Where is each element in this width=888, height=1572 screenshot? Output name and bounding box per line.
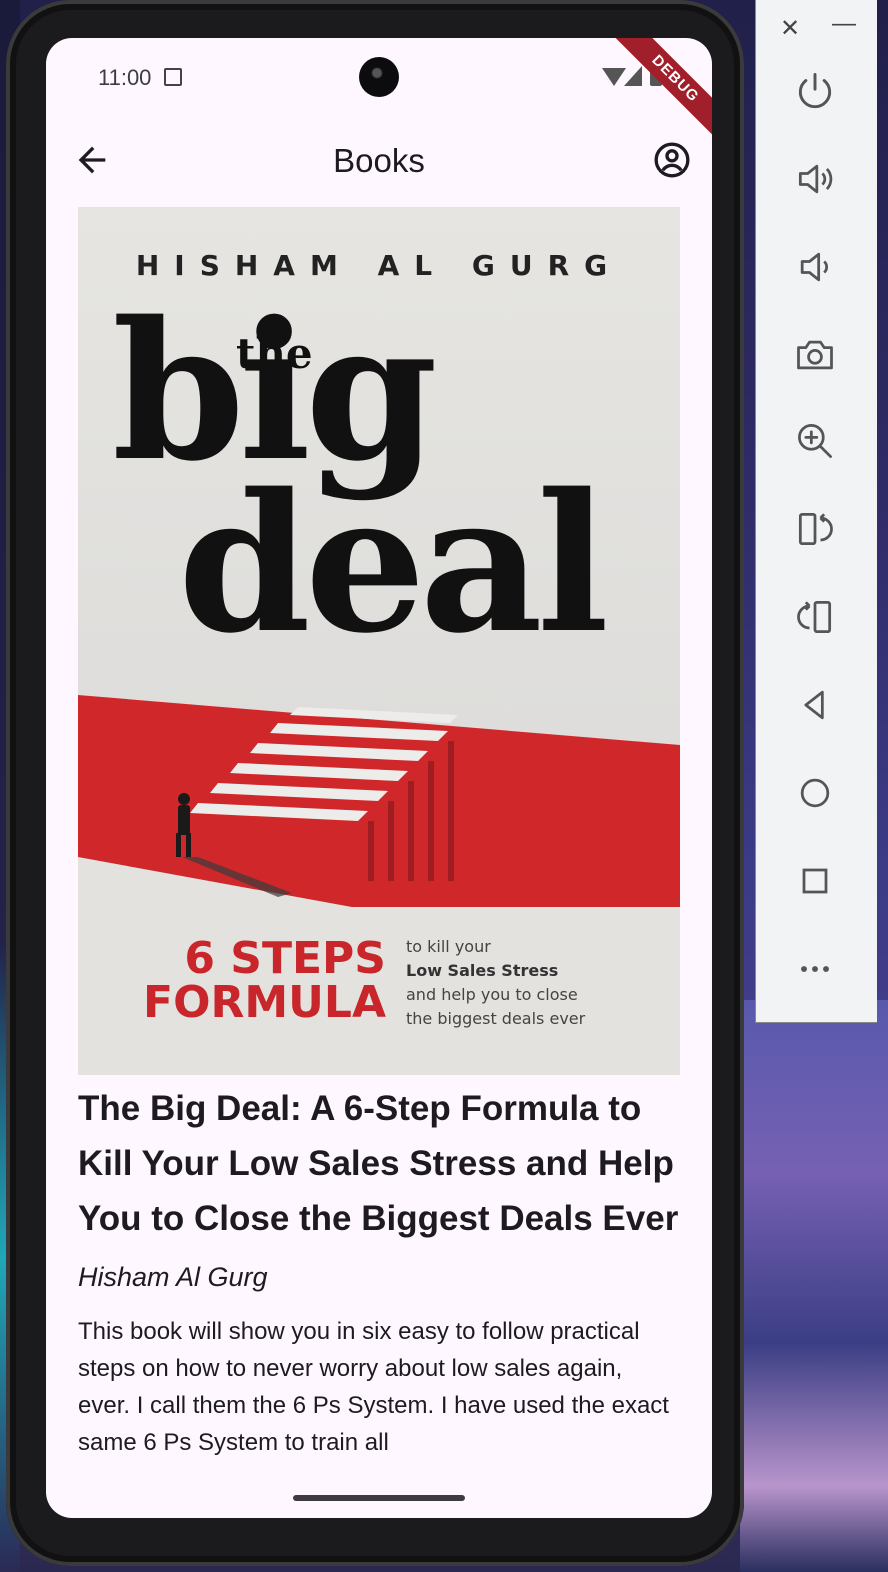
cover-steps-line1: 6 STEPS [184,933,386,984]
rotate-left-button[interactable] [790,504,840,554]
home-icon [800,778,830,808]
account-circle-icon [654,142,690,178]
rotate-right-icon [797,600,832,634]
book-description: This book will show you in six easy to f… [78,1318,669,1456]
emulator-toolbar: ✕ — [755,0,877,1023]
phone-frame: 11:00 DEBUG Books HISHAM AL GURG the big… [6,0,744,1566]
back-icon [804,690,824,720]
app-bar: Books [46,122,712,202]
nav-back-button[interactable] [790,680,840,730]
book-detail: HISHAM AL GURG the big deal 6 STEPS FORM… [78,207,680,1461]
power-button[interactable] [790,66,840,116]
nav-overview-button[interactable] [790,856,840,906]
cover-tag-line3: and help you to close [406,985,578,1004]
panel-window-controls: ✕ — [756,10,877,43]
cover-tag-line2: Low Sales Stress [406,961,559,980]
camera-icon [797,340,833,370]
desktop-background-right [740,1000,888,1572]
close-icon[interactable]: ✕ [780,14,800,43]
cover-author: HISHAM AL GURG [135,249,623,282]
volume-down-button[interactable] [790,242,840,292]
zoom-button[interactable] [790,416,840,466]
phone-screen: 11:00 DEBUG Books HISHAM AL GURG the big… [46,38,712,1518]
page-title: Books [333,142,425,179]
volume-up-icon [798,164,833,194]
more-icon [801,966,829,972]
account-button[interactable] [652,140,692,180]
wifi-icon [602,68,626,86]
book-title: The Big Deal: A 6-Step Formula to Kill Y… [78,1089,679,1238]
book-author: Hisham Al Gurg [78,1262,268,1292]
cover-tag-line4: the biggest deals ever [406,1009,586,1028]
nav-home-button[interactable] [790,768,840,818]
status-time: 11:00 [98,65,152,90]
camera-cutout [359,57,399,97]
overview-icon [802,868,828,894]
rotate-right-button[interactable] [790,592,840,642]
zoom-in-icon [798,424,832,458]
rotate-left-icon [798,512,833,546]
gesture-nav-handle[interactable] [293,1495,465,1501]
sim-icon [164,68,182,86]
cover-steps-line2: FORMULA [143,977,386,1028]
cover-tagline: to kill your Low Sales Stress and help y… [406,935,585,1031]
cover-steps-formula: 6 STEPS FORMULA [142,937,386,1025]
book-cover-image: HISHAM AL GURG the big deal 6 STEPS FORM… [78,207,680,1075]
power-icon [798,73,832,109]
cover-tag-line1: to kill your [406,937,491,956]
more-button[interactable] [790,944,840,994]
signal-icon [624,66,642,86]
screenshot-button[interactable] [790,330,840,380]
volume-down-icon [800,252,829,282]
cover-title-deal: deal [178,452,609,675]
status-bar: 11:00 [46,38,712,118]
volume-up-button[interactable] [790,154,840,204]
minimize-icon[interactable]: — [832,10,856,38]
